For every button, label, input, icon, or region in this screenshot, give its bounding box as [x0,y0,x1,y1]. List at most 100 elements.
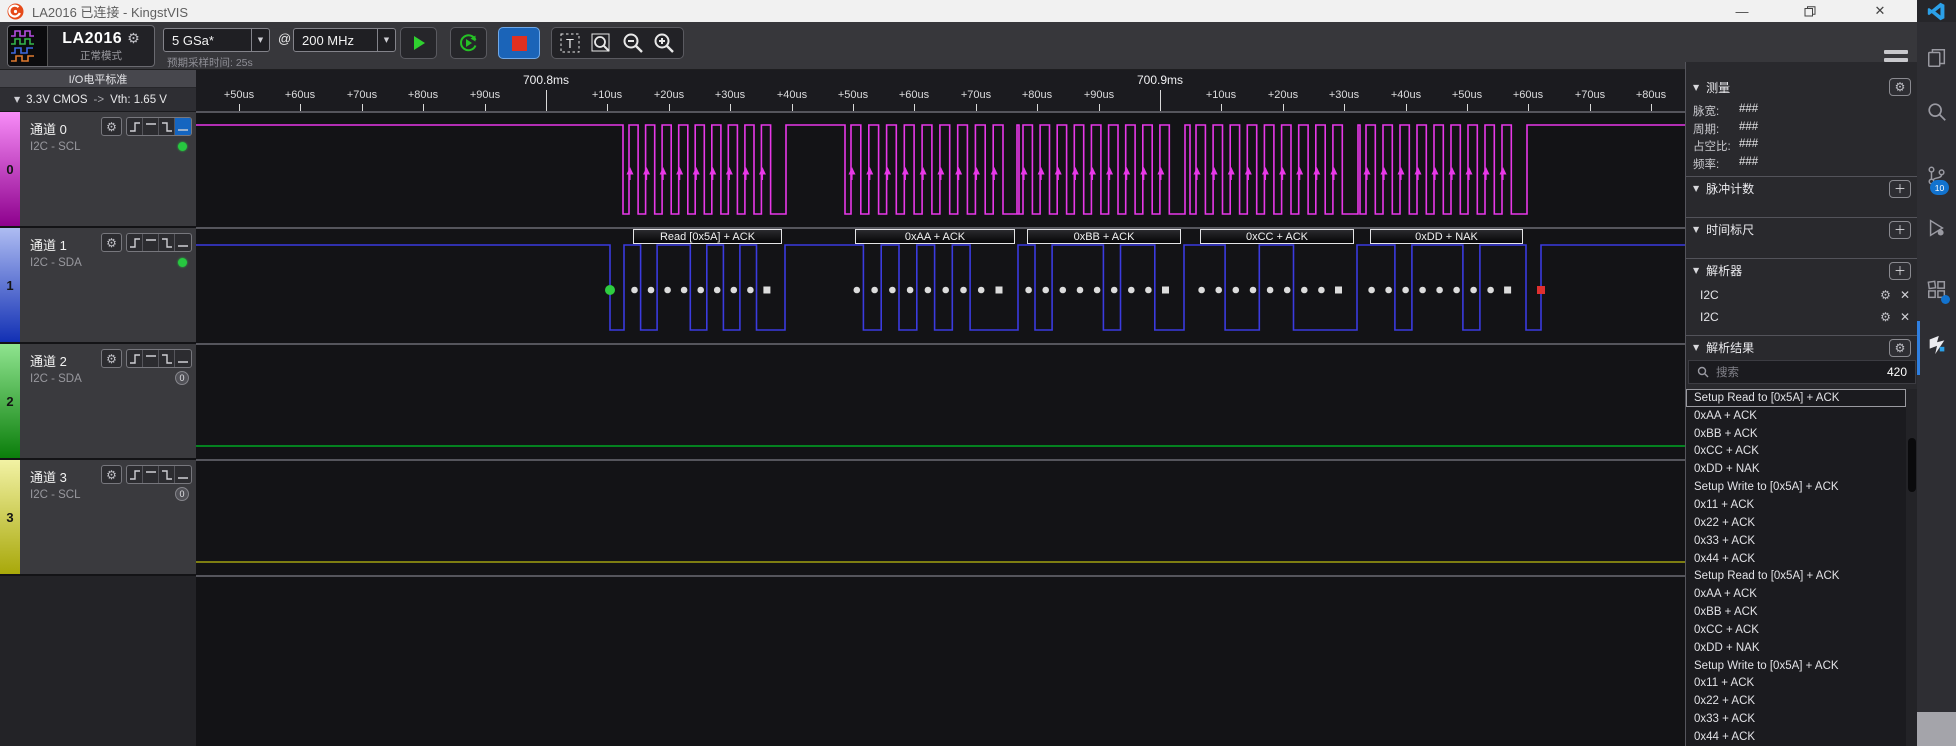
result-row[interactable]: 0xCC + ACK [1686,621,1906,639]
active-extension-icon[interactable] [1924,332,1950,358]
search-icon[interactable] [1924,99,1950,125]
decoder-item[interactable]: I2C⚙✕ [1686,284,1918,306]
result-row[interactable]: Setup Read to [0x5A] + ACK [1686,567,1906,585]
text-select-tool-icon[interactable]: T [559,31,583,55]
trigger-low-button[interactable] [175,350,191,367]
pulse-count-title: 脉冲计数 [1706,180,1754,197]
ruler-tick-label: +70us [347,89,377,101]
decoder-remove-icon[interactable]: ✕ [1900,288,1910,302]
trigger-low-button[interactable] [175,118,191,135]
close-button[interactable]: ✕ [1858,0,1902,22]
channel-settings-button[interactable]: ⚙ [101,349,122,368]
trigger-fall-button[interactable] [159,350,175,367]
result-row[interactable]: Setup Write to [0x5A] + ACK [1686,657,1906,675]
channel-color-bar: 0 [0,112,20,226]
search-icon [1697,366,1709,378]
zoom-in-icon[interactable] [652,31,676,55]
trigger-high-button[interactable] [143,118,159,135]
channel-settings-button[interactable]: ⚙ [101,465,122,484]
run-debug-icon[interactable] [1924,215,1950,241]
result-row[interactable]: 0x44 + ACK [1686,728,1906,746]
channel-signal-label: I2C - SCL [30,489,81,501]
sample-rate-select[interactable]: 5 GSa* ▼ [163,28,270,52]
trigger-rise-button[interactable] [127,350,143,367]
decoder-add-button[interactable]: ＋ [1889,262,1911,280]
result-row[interactable]: 0x44 + ACK [1686,550,1906,568]
trigger-type-group [126,117,192,136]
result-row[interactable]: 0xDD + NAK [1686,639,1906,657]
trigger-high-button[interactable] [143,350,159,367]
zoom-out-icon[interactable] [621,31,645,55]
result-row[interactable]: 0xBB + ACK [1686,603,1906,621]
trigger-rise-button[interactable] [127,234,143,251]
decoder-settings-icon[interactable]: ⚙ [1880,310,1891,324]
sample-rate-dropdown-icon[interactable]: ▼ [251,29,269,51]
section-time-ruler[interactable]: ▼时间标尺 ＋ [1686,217,1918,241]
ruler-tick-label: +50us [838,89,868,101]
decoder-item[interactable]: I2C ⚙ ✕ [1686,306,1918,328]
device-selector[interactable]: LA2016 ⚙ 正常模式 [7,25,155,67]
result-row[interactable]: 0x11 + ACK [1686,496,1906,514]
ruler-tick [1651,104,1652,112]
decoded-byte-label: 0xCC + ACK [1200,229,1354,244]
pulse-count-add-button[interactable]: ＋ [1889,180,1911,198]
section-pulse-count[interactable]: ▼脉冲计数 ＋ [1686,176,1918,200]
run-button[interactable] [400,27,437,59]
ruler-tick-label: +80us [408,89,438,101]
results-search-input[interactable]: 搜索 420 [1688,360,1916,384]
io-standard-selector[interactable]: ▼ 3.3V CMOS -> Vth: 1.65 V [0,88,196,112]
trigger-fall-button[interactable] [159,118,175,135]
trigger-rise-button[interactable] [127,466,143,483]
side-panel: ▼测量 ⚙ 脉宽:###周期:###占空比:###频率:### ▼脉冲计数 ＋ … [1685,62,1917,746]
device-settings-icon[interactable]: ⚙ [127,31,140,47]
result-row[interactable]: 0x33 + ACK [1686,710,1906,728]
bandwidth-select[interactable]: 200 MHz ▼ [293,28,396,52]
section-measure[interactable]: ▼测量 ⚙ [1686,75,1918,99]
repeat-run-button[interactable] [450,27,487,59]
decoder-remove-icon[interactable]: ✕ [1900,310,1910,324]
result-row[interactable]: 0x22 + ACK [1686,692,1906,710]
stop-button[interactable] [498,27,540,59]
result-row[interactable]: 0x33 + ACK [1686,532,1906,550]
scrollbar-thumb[interactable] [1908,438,1916,492]
result-row[interactable]: 0x11 + ACK [1686,675,1906,693]
trigger-type-group [126,465,192,484]
result-row[interactable]: 0xDD + NAK [1686,460,1906,478]
channel-settings-button[interactable]: ⚙ [101,233,122,252]
trigger-fall-button[interactable] [159,234,175,251]
minimize-button[interactable]: — [1720,0,1764,22]
result-row[interactable]: 0xAA + ACK [1686,407,1906,425]
trigger-high-button[interactable] [143,234,159,251]
result-row[interactable]: 0x22 + ACK [1686,514,1906,532]
decoder-item-label: I2C [1700,310,1719,324]
result-row[interactable]: 0xAA + ACK [1686,585,1906,603]
trigger-high-button[interactable] [143,466,159,483]
section-decoder[interactable]: ▼解析器 ＋ [1686,258,1918,282]
ruler-tick [546,90,547,112]
ruler-tick [607,104,608,112]
vscode-logo-icon[interactable] [1917,0,1956,22]
channel-state-indicator [178,258,187,267]
results-settings-button[interactable]: ⚙ [1889,339,1911,357]
trigger-low-button[interactable] [175,234,191,251]
trigger-fall-button[interactable] [159,466,175,483]
measure-settings-button[interactable]: ⚙ [1889,78,1911,96]
result-row[interactable]: Setup Write to [0x5A] + ACK [1686,478,1906,496]
result-row[interactable]: 0xBB + ACK [1686,425,1906,443]
time-ruler-add-button[interactable]: ＋ [1889,221,1911,239]
explorer-icon[interactable] [1924,45,1950,71]
expected-sample-time: 预期采样时间: 25s [167,55,253,70]
maximize-button[interactable] [1788,0,1832,22]
result-row[interactable]: 0xCC + ACK [1686,443,1906,461]
time-ruler[interactable]: +50us+60us+70us+80us+90us700.8ms+10us+20… [196,70,1685,112]
channel-settings-button[interactable]: ⚙ [101,117,122,136]
trigger-rise-button[interactable] [127,118,143,135]
zoom-area-tool-icon[interactable] [590,31,614,55]
result-row[interactable]: Setup Read to [0x5A] + ACK [1686,389,1906,407]
section-results[interactable]: ▼解析结果 ⚙ [1686,335,1918,359]
bandwidth-dropdown-icon[interactable]: ▼ [377,29,395,51]
decoder-settings-icon[interactable]: ⚙ [1880,288,1891,302]
channel-signal-label: I2C - SDA [30,373,82,385]
taskbar-fragment [1917,712,1956,746]
trigger-low-button[interactable] [175,466,191,483]
